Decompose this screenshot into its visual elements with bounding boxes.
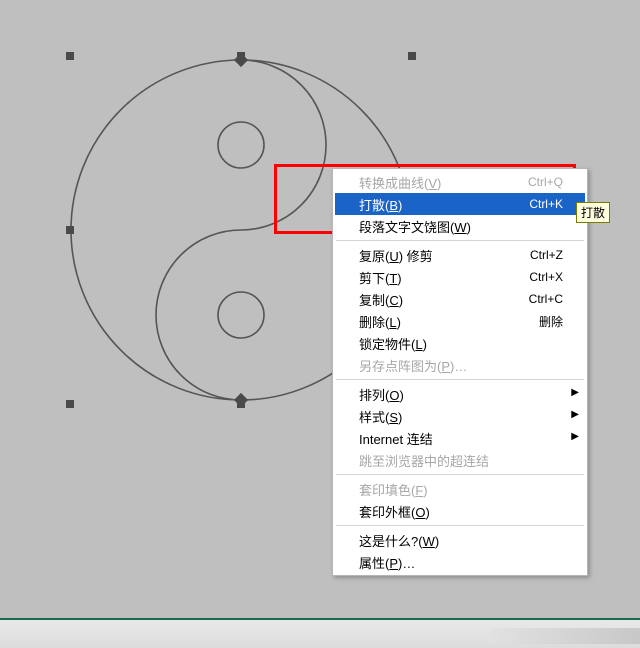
menu-item-shortcut: Ctrl+C	[499, 292, 563, 306]
context-menu[interactable]: 转换成曲线(V) Ctrl+Q 打散(B) Ctrl+K 段落文字文饶图(W) 复原(U)…	[332, 168, 588, 576]
menu-separator	[336, 240, 584, 241]
menu-item-label: 剪下(T)	[359, 268, 402, 287]
menu-item-undo[interactable]: 复原(U) 修剪 Ctrl+Z	[335, 244, 585, 266]
menu-item-overprint_fill: 套印填色(F)	[335, 478, 585, 500]
menu-item-delete[interactable]: 删除(L) 删除	[335, 310, 585, 332]
menu-item-internet[interactable]: Internet 连结 ▶	[335, 427, 585, 449]
menu-separator	[336, 525, 584, 526]
menu-item-properties[interactable]: 属性(P)…	[335, 551, 585, 573]
menu-item-cut[interactable]: 剪下(T) Ctrl+X	[335, 266, 585, 288]
submenu-arrow-icon: ▶	[571, 409, 579, 420]
menu-item-style[interactable]: 样式(S) ▶	[335, 405, 585, 427]
menu-item-shortcut: Ctrl+Z	[500, 248, 563, 262]
menu-separator	[336, 379, 584, 380]
submenu-arrow-icon: ▶	[571, 431, 579, 442]
menu-item-label: 排列(O)	[359, 385, 404, 404]
menu-item-label: 跳至浏览器中的超连结	[359, 451, 489, 470]
selection-handle[interactable]	[66, 52, 74, 60]
menu-item-label: 锁定物件(L)	[359, 334, 427, 353]
selection-handle[interactable]	[408, 52, 416, 60]
menu-item-save_bitmap: 另存点阵图为(P)…	[335, 354, 585, 376]
tooltip: 打散	[576, 202, 610, 223]
status-bar	[0, 618, 640, 648]
submenu-arrow-icon: ▶	[571, 387, 579, 398]
menu-item-wrap_para[interactable]: 段落文字文饶图(W)	[335, 215, 585, 237]
menu-item-label: 套印外框(O)	[359, 502, 430, 521]
menu-item-label: Internet 连结	[359, 429, 433, 448]
menu-item-to_curve: 转换成曲线(V) Ctrl+Q	[335, 171, 585, 193]
menu-item-label: 删除(L)	[359, 312, 401, 331]
menu-item-shortcut: Ctrl+K	[499, 197, 563, 211]
menu-item-label: 打散(B)	[359, 195, 402, 214]
menu-item-label: 这是什么?(W)	[359, 531, 439, 550]
menu-item-label: 复原(U) 修剪	[359, 246, 433, 265]
menu-item-shortcut: Ctrl+Q	[498, 175, 563, 189]
menu-item-label: 套印填色(F)	[359, 480, 428, 499]
menu-item-break_apart[interactable]: 打散(B) Ctrl+K	[335, 193, 585, 215]
menu-item-shortcut: Ctrl+X	[499, 270, 563, 284]
menu-item-arrange[interactable]: 排列(O) ▶	[335, 383, 585, 405]
canvas[interactable]: 转换成曲线(V) Ctrl+Q 打散(B) Ctrl+K 段落文字文饶图(W) 复原(U)…	[0, 0, 640, 648]
menu-separator	[336, 474, 584, 475]
menu-item-label: 属性(P)…	[359, 553, 415, 572]
selection-handle[interactable]	[66, 226, 74, 234]
menu-item-overprint_outline[interactable]: 套印外框(O)	[335, 500, 585, 522]
menu-item-label: 样式(S)	[359, 407, 402, 426]
menu-item-jump_link: 跳至浏览器中的超连结	[335, 449, 585, 471]
menu-item-whats_this[interactable]: 这是什么?(W)	[335, 529, 585, 551]
menu-item-copy[interactable]: 复制(C) Ctrl+C	[335, 288, 585, 310]
menu-item-label: 转换成曲线(V)	[359, 173, 441, 192]
menu-item-lock[interactable]: 锁定物件(L)	[335, 332, 585, 354]
menu-item-label: 另存点阵图为(P)…	[359, 356, 467, 375]
menu-item-label: 复制(C)	[359, 290, 403, 309]
menu-item-shortcut: 删除	[509, 313, 563, 330]
menu-item-label: 段落文字文饶图(W)	[359, 217, 471, 236]
selection-handle[interactable]	[66, 400, 74, 408]
